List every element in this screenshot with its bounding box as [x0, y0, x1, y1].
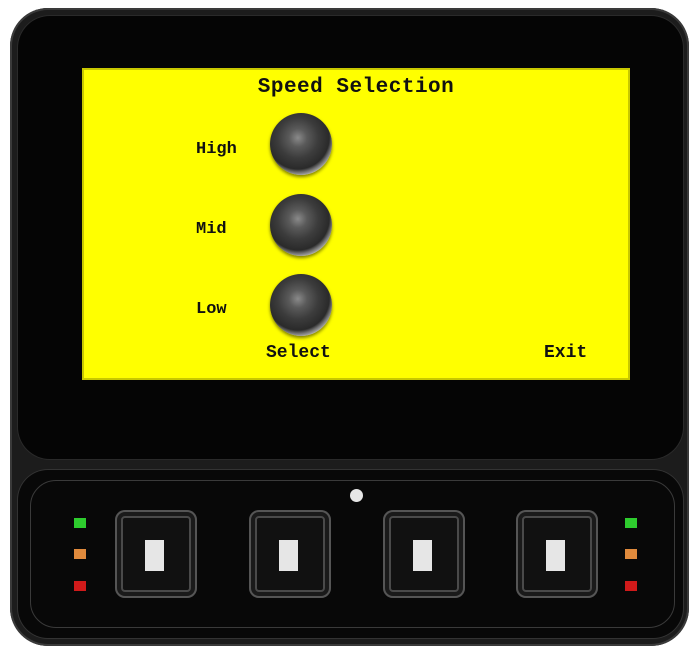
- hardware-button-1[interactable]: [115, 510, 197, 598]
- radio-button-low[interactable]: [270, 274, 332, 336]
- led-green-right: [625, 518, 637, 528]
- button-indicator-icon: [279, 540, 298, 571]
- led-orange-right: [625, 549, 637, 559]
- radio-button-mid[interactable]: [270, 194, 332, 256]
- display-screen: Speed Selection High Mid Low Select Exit: [82, 68, 630, 380]
- option-label-mid: Mid: [196, 220, 227, 239]
- led-orange-left: [74, 549, 86, 559]
- option-label-low: Low: [196, 300, 227, 319]
- button-indicator-icon: [413, 540, 432, 571]
- softkey-label-select: Select: [266, 343, 331, 363]
- option-label-high: High: [196, 140, 237, 159]
- softkey-label-exit: Exit: [544, 343, 588, 363]
- button-indicator-icon: [546, 540, 565, 571]
- led-green-left: [74, 518, 86, 528]
- led-red-left: [74, 581, 86, 591]
- hardware-button-2[interactable]: [249, 510, 331, 598]
- screen-title: Speed Selection: [257, 76, 455, 99]
- hardware-button-4[interactable]: [516, 510, 598, 598]
- radio-button-high[interactable]: [270, 113, 332, 175]
- led-red-right: [625, 581, 637, 591]
- hardware-button-3[interactable]: [383, 510, 465, 598]
- button-indicator-icon: [145, 540, 164, 571]
- sensor-dot: [350, 489, 363, 502]
